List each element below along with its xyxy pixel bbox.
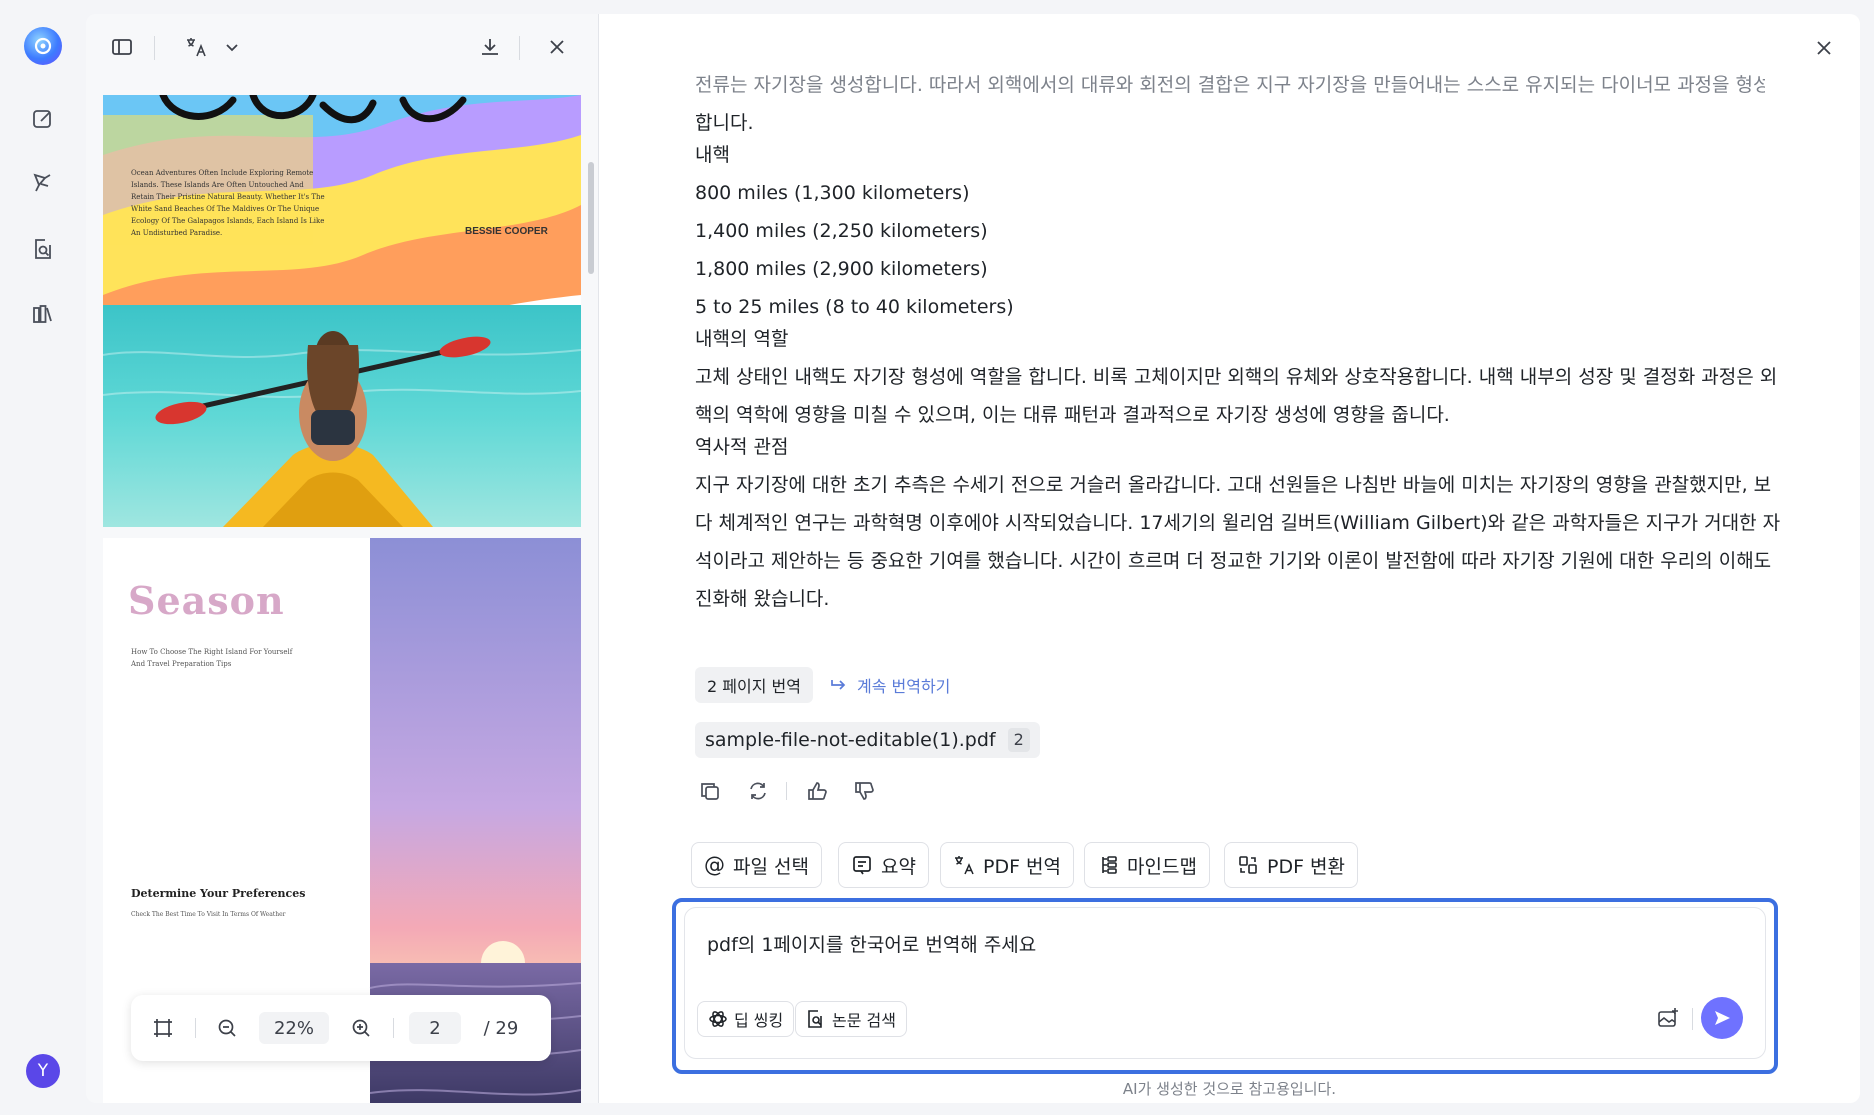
zoom-toolbar: 22% 2 / 29	[131, 995, 551, 1061]
page1-blurb: Ocean Adventures Often Include Exploring…	[131, 169, 325, 237]
chat-panel: 전류는 자기장을 생성합니다. 따라서 외핵에서의 대류와 회전의 결합은 지구…	[599, 14, 1860, 1103]
thumbs-down-icon[interactable]	[849, 776, 879, 806]
continue-translate-label: 계속 번역하기	[857, 677, 951, 696]
at-icon: @	[704, 853, 725, 877]
chevron-down-icon[interactable]	[216, 31, 248, 63]
page-number-input[interactable]: 2	[409, 1012, 461, 1044]
paper-search-toggle[interactable]: 논문 검색	[795, 1001, 907, 1037]
pdf-translate-button[interactable]: PDF 번역	[940, 842, 1075, 888]
convert-icon	[1239, 856, 1257, 874]
app-logo[interactable]	[24, 27, 62, 65]
translate-icon[interactable]	[180, 31, 212, 63]
file-chip[interactable]: sample-file-not-editable(1).pdf 2	[695, 722, 1040, 758]
thumbs-up-icon[interactable]	[802, 776, 832, 806]
library-icon[interactable]	[27, 298, 59, 330]
edit-icon[interactable]	[27, 103, 59, 135]
close-icon[interactable]	[541, 31, 573, 63]
select-file-button[interactable]: @ 파일 선택	[691, 842, 822, 888]
paper-search-icon	[808, 1010, 822, 1028]
message-composer[interactable]: pdf의 1페이지를 한국어로 번역해 주세요 딥 씽킹 논문 검색	[684, 907, 1766, 1059]
redo-arrow-icon	[831, 680, 846, 690]
copy-icon[interactable]	[695, 776, 725, 806]
deep-thinking-label: 딥 씽킹	[734, 1011, 784, 1030]
pdf-preview-panel: Ocean Adventures Often Include Exploring…	[86, 14, 599, 1103]
summary-icon	[853, 856, 871, 875]
image-upload-icon[interactable]	[1653, 1003, 1683, 1033]
paper-search-label: 논문 검색	[832, 1011, 896, 1030]
result-line: 지구 자기장에 대한 초기 추측은 수세기 전으로 거슬러 올라갑니다. 고대 …	[695, 474, 1772, 496]
atom-icon	[709, 1011, 727, 1027]
file-name: sample-file-not-editable(1).pdf	[705, 729, 996, 751]
page2-subtitle: How To Choose The Right Island For Yours…	[131, 648, 293, 668]
translated-page-chip: 2 페이지 번역	[695, 667, 813, 703]
close-icon[interactable]	[1808, 32, 1840, 64]
result-line: 고체 상태인 내핵도 자기장 형성에 역할을 합니다. 비록 고체이지만 외핵의…	[695, 366, 1778, 388]
result-line: 진화해 왔습니다.	[695, 588, 830, 610]
pdf-convert-button[interactable]: PDF 변환	[1224, 842, 1359, 888]
pdf-page-1[interactable]: Ocean Adventures Often Include Exploring…	[103, 95, 581, 527]
regenerate-icon[interactable]	[743, 776, 773, 806]
page1-artwork	[103, 95, 581, 527]
result-heading: 내핵	[695, 144, 730, 166]
summary-button[interactable]: 요약	[838, 842, 929, 888]
result-line: 800 miles (1,300 kilometers)	[695, 182, 970, 204]
pdf-translate-label: PDF 번역	[983, 855, 1062, 878]
zoom-level[interactable]: 22%	[259, 1012, 329, 1044]
result-line: 다 체계적인 연구는 과학혁명 이후에야 시작되었습니다. 17세기의 윌리엄 …	[695, 512, 1781, 534]
send-button[interactable]	[1701, 997, 1743, 1039]
preview-toolbar	[86, 14, 598, 80]
message-input[interactable]: pdf의 1페이지를 한국어로 번역해 주세요	[707, 930, 1036, 957]
presentation-icon[interactable]	[27, 166, 59, 198]
nav-rail: Y	[0, 0, 86, 1115]
zoom-in-icon[interactable]	[345, 1012, 377, 1044]
send-icon	[1715, 1011, 1730, 1025]
continue-translate-link[interactable]: 계속 번역하기	[829, 667, 950, 703]
result-line: 석이라고 제안하는 등 중요한 기여를 했습니다. 시간이 흐르며 더 정교한 …	[695, 550, 1772, 572]
sidebar-toggle-icon[interactable]	[106, 31, 138, 63]
deep-thinking-toggle[interactable]: 딥 씽킹	[697, 1001, 795, 1037]
pdf-convert-label: PDF 변환	[1267, 855, 1346, 878]
mindmap-icon	[1102, 856, 1117, 874]
fit-page-icon[interactable]	[147, 1012, 179, 1044]
download-icon[interactable]	[474, 31, 506, 63]
user-avatar[interactable]: Y	[26, 1054, 60, 1088]
doc-search-icon[interactable]	[27, 233, 59, 265]
file-page-badge: 2	[1007, 728, 1030, 752]
result-line: 1,400 miles (2,250 kilometers)	[695, 220, 988, 242]
page-total: / 29	[483, 1017, 519, 1039]
result-line: 전류는 자기장을 생성합니다. 따라서 외핵에서의 대류와 회전의 결합은 지구…	[695, 74, 1765, 96]
pdf-pages[interactable]: Ocean Adventures Often Include Exploring…	[103, 95, 581, 1103]
select-file-label: 파일 선택	[733, 855, 809, 878]
mindmap-button[interactable]: 마인드맵	[1084, 842, 1210, 888]
page2-section: Determine Your Preferences	[131, 887, 306, 900]
preview-scrollbar[interactable]	[588, 162, 594, 274]
zoom-out-icon[interactable]	[211, 1012, 243, 1044]
summary-label: 요약	[881, 855, 916, 878]
ai-disclaimer: AI가 생성한 것으로 참고용입니다.	[1122, 1080, 1337, 1098]
translate-icon	[955, 856, 974, 875]
translation-result: 전류는 자기장을 생성합니다. 따라서 외핵에서의 대류와 회전의 결합은 지구…	[695, 74, 1781, 618]
result-line: 1,800 miles (2,900 kilometers)	[695, 258, 988, 280]
page2-title: Season	[128, 578, 285, 623]
mindmap-label: 마인드맵	[1127, 855, 1197, 878]
page2-section-sub: Check The Best Time To Visit In Terms Of…	[131, 911, 286, 918]
page1-author: BESSIE COOPER	[465, 226, 548, 237]
